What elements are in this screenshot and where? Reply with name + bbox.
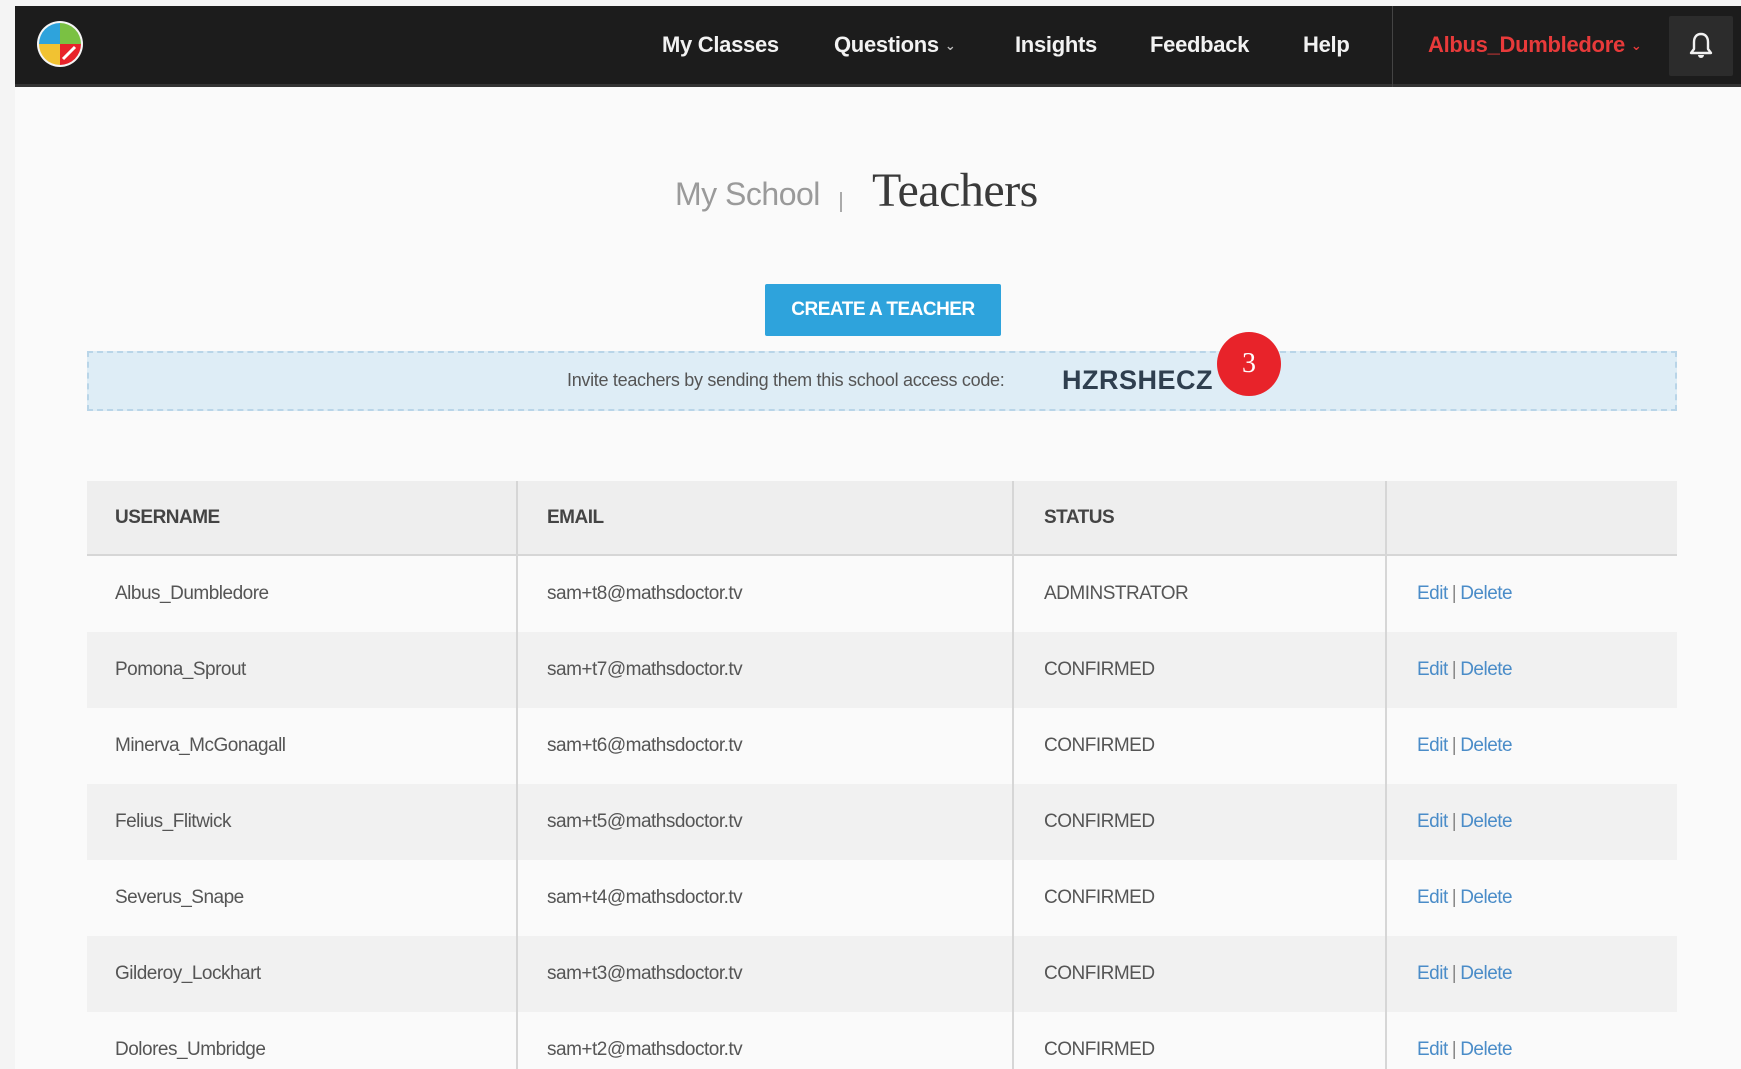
cell-actions: Edit | Delete <box>1417 556 1513 632</box>
cell-status: ADMINSTRATOR <box>1044 583 1189 604</box>
cell-actions: Edit | Delete <box>1417 936 1513 1012</box>
bell-icon <box>1689 32 1713 58</box>
nav-feedback[interactable]: Feedback <box>1150 6 1249 87</box>
step-number-badge: 3 <box>1217 332 1281 396</box>
edit-link[interactable]: Edit <box>1417 583 1448 604</box>
action-separator: | <box>1451 735 1457 756</box>
action-separator: | <box>1451 887 1457 908</box>
delete-link[interactable]: Delete <box>1460 583 1512 604</box>
cell-email: sam+t7@mathsdoctor.tv <box>547 659 743 680</box>
table-row: Felius_Flitwick sam+t5@mathsdoctor.tv CO… <box>87 784 1677 860</box>
delete-link[interactable]: Delete <box>1460 659 1512 680</box>
cell-username: Severus_Snape <box>115 887 244 908</box>
cell-actions: Edit | Delete <box>1417 1012 1513 1069</box>
cell-email: sam+t3@mathsdoctor.tv <box>547 963 743 984</box>
chevron-down-icon: ⌄ <box>944 38 956 53</box>
table-row: Gilderoy_Lockhart sam+t3@mathsdoctor.tv … <box>87 936 1677 1012</box>
header-email: EMAIL <box>547 507 604 528</box>
delete-link[interactable]: Delete <box>1460 963 1512 984</box>
header-username: USERNAME <box>115 507 220 528</box>
cell-status: CONFIRMED <box>1044 735 1155 756</box>
cell-email: sam+t4@mathsdoctor.tv <box>547 887 743 908</box>
nav-my-classes[interactable]: My Classes <box>662 6 779 87</box>
page: My Classes Questions ⌄ Insights Feedback … <box>15 6 1741 1069</box>
cell-status: CONFIRMED <box>1044 811 1155 832</box>
notifications-button[interactable] <box>1669 16 1733 76</box>
table-row: Albus_Dumbledore sam+t8@mathsdoctor.tv A… <box>87 556 1677 632</box>
action-separator: | <box>1451 659 1457 680</box>
table-row: Pomona_Sprout sam+t7@mathsdoctor.tv CONF… <box>87 632 1677 708</box>
nav-help[interactable]: Help <box>1303 6 1350 87</box>
page-title: Teachers <box>872 164 1038 217</box>
cell-username: Albus_Dumbledore <box>115 583 269 604</box>
invite-text: Invite teachers by sending them this sch… <box>567 370 1005 390</box>
user-menu[interactable]: Albus_Dumbledore ⌄ <box>1428 6 1642 87</box>
action-separator: | <box>1451 1039 1457 1060</box>
table-row: Minerva_McGonagall sam+t6@mathsdoctor.tv… <box>87 708 1677 784</box>
cell-status: CONFIRMED <box>1044 1039 1155 1060</box>
cell-status: CONFIRMED <box>1044 659 1155 680</box>
cell-actions: Edit | Delete <box>1417 860 1513 936</box>
cell-status: CONFIRMED <box>1044 963 1155 984</box>
column-divider <box>1012 481 1014 1069</box>
pie-logo-icon[interactable] <box>35 19 85 69</box>
school-access-code: HZRSHECZ <box>1062 365 1213 395</box>
cell-username: Pomona_Sprout <box>115 659 246 680</box>
cell-email: sam+t2@mathsdoctor.tv <box>547 1039 743 1060</box>
delete-link[interactable]: Delete <box>1460 1039 1512 1060</box>
cell-actions: Edit | Delete <box>1417 784 1513 860</box>
nav-divider <box>1392 6 1393 87</box>
cell-status: CONFIRMED <box>1044 887 1155 908</box>
cell-username: Minerva_McGonagall <box>115 735 286 756</box>
cell-actions: Edit | Delete <box>1417 708 1513 784</box>
action-separator: | <box>1451 583 1457 604</box>
cell-email: sam+t6@mathsdoctor.tv <box>547 735 743 756</box>
table-row: Severus_Snape sam+t4@mathsdoctor.tv CONF… <box>87 860 1677 936</box>
edit-link[interactable]: Edit <box>1417 811 1448 832</box>
nav-questions[interactable]: Questions ⌄ <box>834 6 956 87</box>
delete-link[interactable]: Delete <box>1460 887 1512 908</box>
column-divider <box>1385 481 1387 1069</box>
action-separator: | <box>1451 811 1457 832</box>
cell-email: sam+t8@mathsdoctor.tv <box>547 583 743 604</box>
delete-link[interactable]: Delete <box>1460 811 1512 832</box>
column-divider <box>516 481 518 1069</box>
delete-link[interactable]: Delete <box>1460 735 1512 756</box>
cell-username: Gilderoy_Lockhart <box>115 963 261 984</box>
edit-link[interactable]: Edit <box>1417 659 1448 680</box>
cell-actions: Edit | Delete <box>1417 632 1513 708</box>
chevron-down-icon: ⌄ <box>1630 38 1642 53</box>
breadcrumb-separator <box>840 192 842 212</box>
edit-link[interactable]: Edit <box>1417 1039 1448 1060</box>
edit-link[interactable]: Edit <box>1417 963 1448 984</box>
table-header: USERNAME EMAIL STATUS <box>87 481 1677 556</box>
cell-email: sam+t5@mathsdoctor.tv <box>547 811 743 832</box>
breadcrumb-my-school[interactable]: My School <box>675 176 820 213</box>
top-navbar: My Classes Questions ⌄ Insights Feedback … <box>15 6 1741 87</box>
create-teacher-button[interactable]: CREATE A TEACHER <box>765 284 1001 336</box>
edit-link[interactable]: Edit <box>1417 735 1448 756</box>
cell-username: Felius_Flitwick <box>115 811 232 832</box>
cell-username: Dolores_Umbridge <box>115 1039 266 1060</box>
invite-banner: Invite teachers by sending them this sch… <box>87 351 1677 411</box>
header-status: STATUS <box>1044 507 1115 528</box>
action-separator: | <box>1451 963 1457 984</box>
table-body: Albus_Dumbledore sam+t8@mathsdoctor.tv A… <box>87 556 1677 1069</box>
table-row: Dolores_Umbridge sam+t2@mathsdoctor.tv C… <box>87 1012 1677 1069</box>
edit-link[interactable]: Edit <box>1417 887 1448 908</box>
nav-insights[interactable]: Insights <box>1015 6 1097 87</box>
